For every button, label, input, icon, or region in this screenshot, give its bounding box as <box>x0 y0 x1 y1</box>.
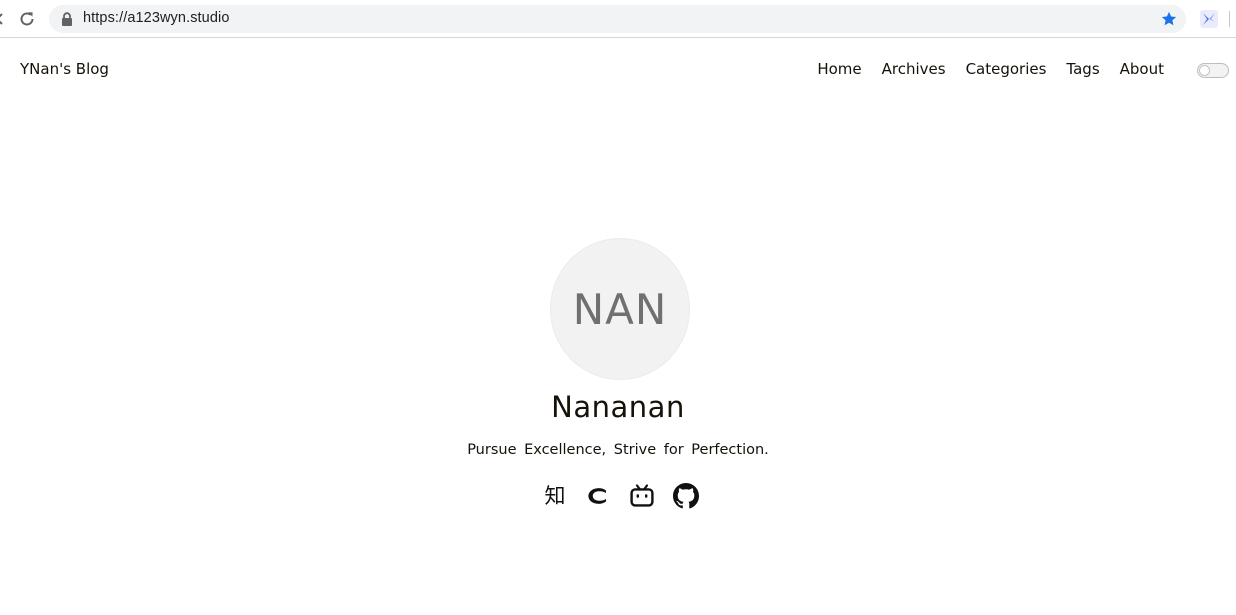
reload-button[interactable] <box>16 8 38 30</box>
bilibili-link[interactable] <box>629 483 655 509</box>
avatar: NAN <box>550 238 690 380</box>
url-text[interactable]: https://a123wyn.studio <box>83 10 230 26</box>
address-bar[interactable]: https://a123wyn.studio <box>49 5 1186 33</box>
nav-item-about[interactable]: About <box>1120 60 1164 78</box>
nav-item-archives[interactable]: Archives <box>882 60 946 78</box>
zhihu-icon: 知 <box>544 484 566 508</box>
site-header: YNan's Blog Home Archives Categories Tag… <box>0 38 1236 104</box>
bilibili-icon <box>630 484 654 507</box>
avatar-text: NAN <box>572 284 668 334</box>
lock-icon[interactable] <box>61 12 73 26</box>
csdn-link[interactable] <box>584 483 610 509</box>
site-brand-link[interactable]: YNan's Blog <box>20 60 109 78</box>
reload-icon <box>20 12 34 26</box>
browser-toolbar: https://a123wyn.studio <box>0 0 1236 38</box>
social-links: 知 <box>540 483 700 509</box>
nav-item-tags[interactable]: Tags <box>1066 60 1099 78</box>
theme-toggle[interactable] <box>1197 63 1229 78</box>
zhihu-link[interactable]: 知 <box>542 483 568 509</box>
nav-item-categories[interactable]: Categories <box>966 60 1047 78</box>
profile-name: Nananan <box>551 390 685 424</box>
extension-icon[interactable] <box>1199 9 1219 29</box>
github-link[interactable] <box>673 483 699 509</box>
star-icon[interactable] <box>1160 10 1178 28</box>
toggle-knob <box>1199 65 1210 76</box>
nav-item-home[interactable]: Home <box>817 60 861 78</box>
csdn-icon <box>588 488 606 504</box>
profile-motto: Pursue Excellence, Strive for Perfection… <box>467 442 769 458</box>
github-icon <box>673 483 699 509</box>
back-arrow-icon[interactable] <box>0 13 4 25</box>
main-nav: Home Archives Categories Tags About <box>797 60 1164 78</box>
toolbar-divider <box>1229 11 1230 27</box>
